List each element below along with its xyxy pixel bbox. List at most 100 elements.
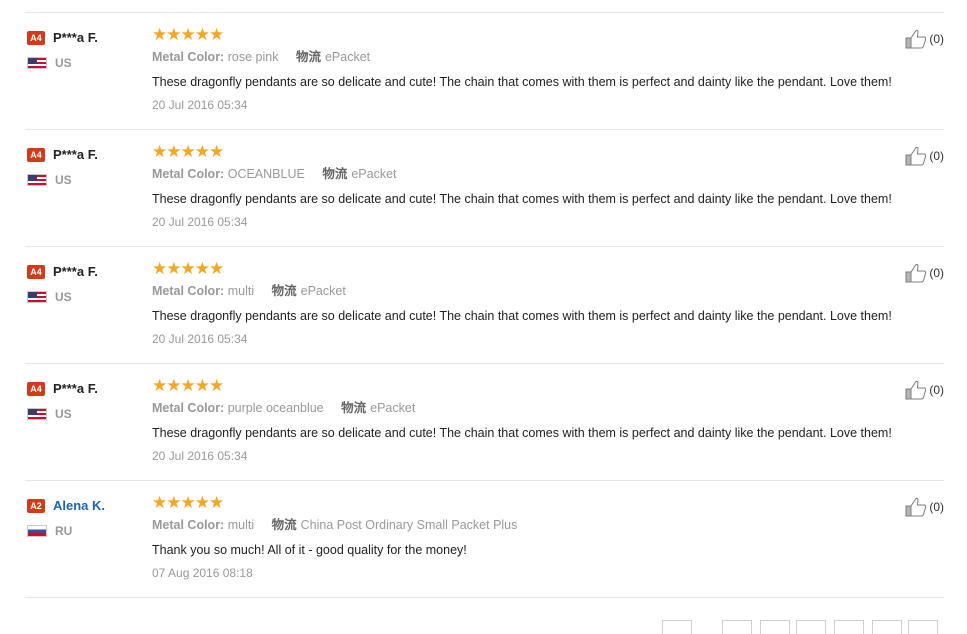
helpful-button[interactable]: (0) [905, 145, 944, 166]
pagination-next-button[interactable] [908, 620, 938, 634]
review-text: These dragonfly pendants are so delicate… [152, 192, 892, 206]
buyer-country: US [27, 173, 147, 187]
helpful-button[interactable]: (0) [905, 28, 944, 49]
shipping-label: 物流 [271, 518, 297, 532]
star-rating: ★★★★★ [152, 25, 224, 44]
review-content: ★★★★★ Metal Color: rose pink 物流 ePacket T… [152, 25, 952, 113]
attribute-value: purple oceanblue [227, 401, 324, 415]
buyer-name-link[interactable]: Alena K. [53, 498, 105, 513]
review-date: 20 Jul 2016 05:34 [152, 98, 248, 112]
buyer-country: US [27, 290, 147, 304]
review-date: 20 Jul 2016 05:34 [152, 215, 248, 229]
shipping-info: 物流 ePacket [272, 284, 346, 298]
star-rating: ★★★★★ [152, 142, 224, 161]
us-flag-icon [27, 408, 47, 420]
pagination-page-button[interactable] [796, 620, 826, 634]
thumbs-up-icon [905, 380, 927, 400]
review-item: A4 P***a F. US ★★★★★ Metal Color: rose pi… [25, 13, 944, 130]
star-rating: ★★★★★ [152, 376, 224, 395]
review-date: 07 Aug 2016 08:18 [152, 566, 253, 580]
review-list: A4 P***a F. US ★★★★★ Metal Color: rose pi… [25, 12, 944, 598]
thumbs-up-icon [905, 497, 927, 517]
star-rating: ★★★★★ [152, 493, 224, 512]
pagination-page-button[interactable] [722, 620, 752, 634]
review-text: These dragonfly pendants are so delicate… [152, 309, 892, 323]
review-content: ★★★★★ Metal Color: purple oceanblue 物流 eP… [152, 376, 952, 464]
us-flag-icon [27, 174, 47, 186]
us-flag-icon [27, 291, 47, 303]
buyer-name: P***a F. [53, 147, 98, 163]
attribute-label: Metal Color: [152, 284, 225, 298]
review-item: A2 Alena K. RU ★★★★★ Metal Color: multi 物… [25, 481, 944, 598]
buyer-info: A4 P***a F. US [27, 263, 147, 304]
shipping-label: 物流 [271, 284, 297, 298]
buyer-name: P***a F. [53, 30, 98, 46]
shipping-info: 物流 ePacket [341, 401, 415, 415]
shipping-method: ePacket [300, 284, 346, 298]
shipping-info: 物流 China Post Ordinary Small Packet Plus [272, 518, 518, 532]
shipping-info: 物流 ePacket [322, 167, 396, 181]
buyer-info: A4 P***a F. US [27, 380, 147, 421]
helpful-count: (0) [929, 499, 944, 514]
review-item: A4 P***a F. US ★★★★★ Metal Color: purple … [25, 364, 944, 481]
helpful-button[interactable]: (0) [905, 496, 944, 517]
buyer-country: US [27, 56, 147, 70]
attribute-value: OCEANBLUE [227, 167, 305, 181]
shipping-label: 物流 [341, 401, 367, 415]
attribute-label: Metal Color: [152, 167, 225, 181]
buyer-country: RU [27, 524, 147, 538]
shipping-method: ePacket [324, 50, 371, 64]
helpful-count: (0) [929, 382, 944, 397]
buyer-info: A2 Alena K. RU [27, 497, 147, 538]
order-attributes: Metal Color: OCEANBLUE 物流 ePacket [152, 166, 952, 182]
buyer-level-badge: A4 [27, 147, 45, 162]
buyer-name: P***a F. [53, 381, 98, 397]
buyer-level-badge: A4 [27, 30, 45, 45]
buyer-level-badge: A4 [27, 381, 45, 396]
attribute-value: multi [227, 284, 255, 298]
country-code: US [55, 407, 72, 421]
thumbs-up-icon [905, 29, 927, 49]
shipping-method: China Post Ordinary Small Packet Plus [300, 518, 518, 532]
helpful-button[interactable]: (0) [905, 262, 944, 283]
country-code: US [55, 290, 72, 304]
order-attributes: Metal Color: purple oceanblue 物流 ePacket [152, 400, 952, 416]
pagination-page-button[interactable] [872, 620, 902, 634]
country-code: US [55, 56, 72, 70]
buyer-level-badge: A4 [27, 264, 45, 279]
attribute-value: rose pink [227, 50, 279, 64]
buyer-info: A4 P***a F. US [27, 29, 147, 70]
shipping-label: 物流 [322, 167, 348, 181]
review-text: These dragonfly pendants are so delicate… [152, 426, 892, 440]
buyer-info: A4 P***a F. US [27, 146, 147, 187]
attribute-label: Metal Color: [152, 401, 225, 415]
us-flag-icon [27, 57, 47, 69]
order-attributes: Metal Color: rose pink 物流 ePacket [152, 49, 952, 65]
shipping-method: ePacket [370, 401, 416, 415]
country-code: US [55, 173, 72, 187]
review-text: These dragonfly pendants are so delicate… [152, 75, 892, 89]
pagination-page-button[interactable] [834, 620, 864, 634]
pagination-prev-button[interactable] [662, 620, 692, 634]
buyer-country: US [27, 407, 147, 421]
country-code: RU [55, 524, 73, 538]
review-content: ★★★★★ Metal Color: multi 物流 China Post Or… [152, 493, 952, 581]
review-content: ★★★★★ Metal Color: multi 物流 ePacket These… [152, 259, 952, 347]
star-rating: ★★★★★ [152, 259, 224, 278]
review-text: Thank you so much! All of it - good qual… [152, 543, 467, 557]
helpful-count: (0) [929, 265, 944, 280]
order-attributes: Metal Color: multi 物流 ePacket [152, 283, 952, 299]
buyer-name: P***a F. [53, 264, 98, 280]
attribute-label: Metal Color: [152, 518, 225, 532]
review-date: 20 Jul 2016 05:34 [152, 332, 248, 346]
review-date: 20 Jul 2016 05:34 [152, 449, 248, 463]
order-attributes: Metal Color: multi 物流 China Post Ordinary… [152, 517, 952, 533]
helpful-count: (0) [929, 31, 944, 46]
shipping-method: ePacket [351, 167, 397, 181]
ru-flag-icon [27, 525, 47, 537]
buyer-level-badge: A2 [27, 498, 45, 513]
helpful-button[interactable]: (0) [905, 379, 944, 400]
attribute-label: Metal Color: [152, 50, 225, 64]
pagination-page-button[interactable] [760, 620, 790, 634]
review-item: A4 P***a F. US ★★★★★ Metal Color: multi 物… [25, 247, 944, 364]
